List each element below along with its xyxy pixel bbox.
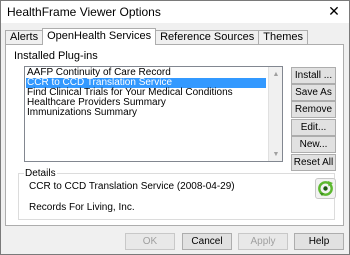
- list-item[interactable]: Immunizations Summary: [26, 108, 266, 118]
- close-button[interactable]: ✕: [321, 2, 347, 21]
- tab-alerts[interactable]: Alerts: [5, 30, 44, 45]
- cancel-button[interactable]: Cancel: [182, 233, 232, 250]
- tab-reference-sources[interactable]: Reference Sources: [155, 30, 260, 45]
- reset-all-button[interactable]: Reset All: [291, 154, 336, 171]
- title-bar: HealthFrame Viewer Options ✕: [1, 1, 349, 23]
- edit-button[interactable]: Edit...: [291, 119, 336, 136]
- new-button[interactable]: New...: [291, 136, 336, 153]
- vertical-scrollbar[interactable]: ▲ ▼: [268, 67, 282, 161]
- tab-bar: Alerts OpenHealth Services Reference Sou…: [5, 28, 308, 45]
- plugins-list: AAFP Continuity of Care Record CCR to CC…: [26, 68, 266, 118]
- window-title: HealthFrame Viewer Options: [7, 5, 161, 19]
- tab-openhealth-services[interactable]: OpenHealth Services: [42, 28, 157, 45]
- save-as-button[interactable]: Save As ...: [291, 84, 336, 113]
- scroll-up-arrow-icon[interactable]: ▲: [269, 67, 283, 81]
- details-label: Details: [24, 168, 57, 179]
- installed-plugins-label: Installed Plug-ins: [14, 50, 98, 62]
- apply-button[interactable]: Apply: [238, 233, 288, 250]
- install-button[interactable]: Install ...: [291, 67, 336, 84]
- plugins-listbox[interactable]: AAFP Continuity of Care Record CCR to CC…: [24, 66, 283, 162]
- green-refresh-icon: [315, 178, 336, 199]
- scroll-down-arrow-icon[interactable]: ▼: [269, 147, 283, 161]
- tab-themes[interactable]: Themes: [258, 30, 308, 45]
- details-plugin-name: CCR to CCD Translation Service (2008-04-…: [29, 181, 235, 192]
- details-plugin-vendor: Records For Living, Inc.: [29, 202, 135, 213]
- help-button[interactable]: Help: [294, 233, 344, 250]
- tab-panel: Installed Plug-ins AAFP Continuity of Ca…: [5, 44, 344, 226]
- remove-button[interactable]: Remove: [291, 101, 336, 118]
- ok-button[interactable]: OK: [125, 233, 175, 250]
- options-dialog: HealthFrame Viewer Options ✕ Alerts Open…: [0, 0, 350, 255]
